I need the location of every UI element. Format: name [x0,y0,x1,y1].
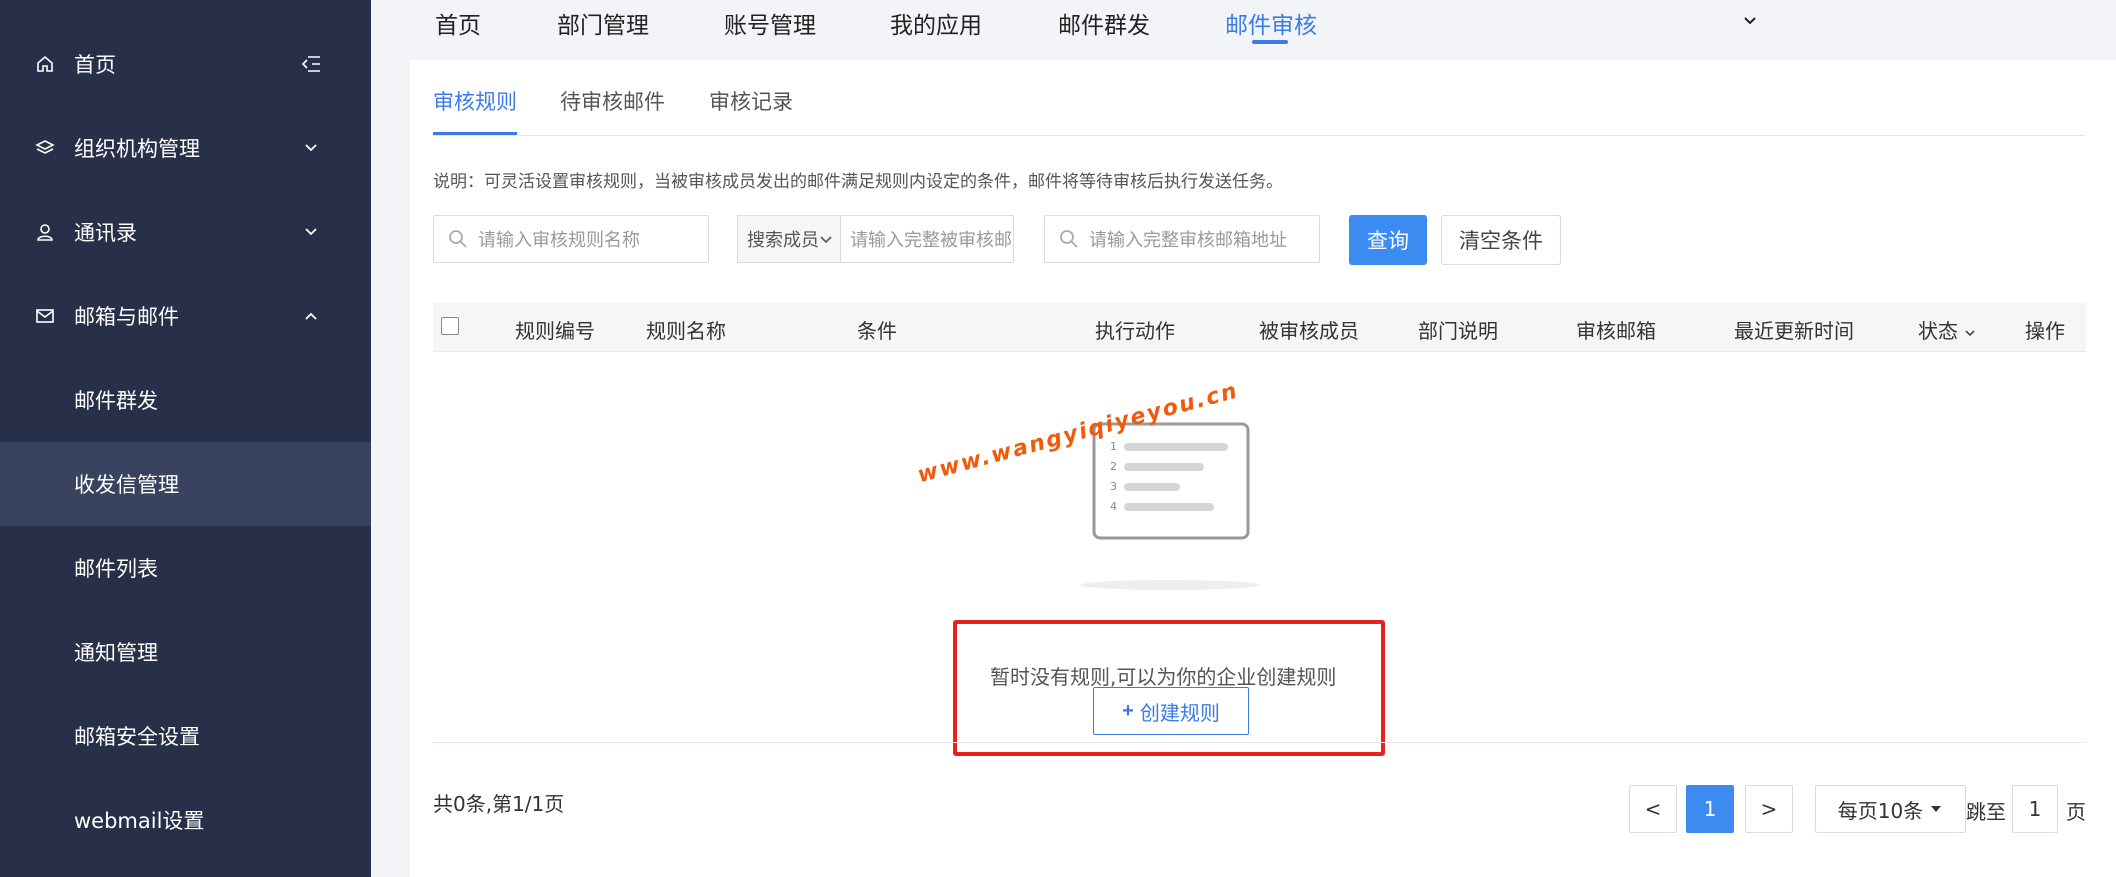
sidebar-item-label: 组织机构管理 [74,137,200,161]
sidebar-item-notice[interactable]: 通知管理 [0,610,371,694]
sidebar-item-org[interactable]: 组织机构管理 [0,106,371,190]
page-size-select[interactable]: 每页10条 [1815,785,1966,833]
sidebar-item-home[interactable]: 首页 [0,22,371,106]
sidebar-item-label: 邮箱与邮件 [74,305,179,329]
col-status-label: 状态 [1918,319,1958,343]
tab-home[interactable]: 首页 [435,6,481,40]
audit-mailbox-placeholder: 请输入完整审核邮箱地址 [1089,230,1287,251]
col-rule-name: 规则名称 [646,319,726,343]
query-button[interactable]: 查询 [1349,215,1427,265]
sidebar-item-webmail[interactable]: webmail设置 [0,778,371,862]
chevron-down-icon [1965,330,1975,337]
divider [433,742,2086,743]
col-audit-mailbox: 审核邮箱 [1576,319,1656,343]
page-size-value: 每页10条 [1837,798,1924,823]
user-icon [34,221,56,243]
subtab-audit-records[interactable]: 审核记录 [709,86,793,116]
col-status[interactable]: 状态 [1918,315,1976,344]
tab-account[interactable]: 账号管理 [724,6,816,40]
empty-list-illustration: 1 2 3 4 [1080,420,1260,595]
sidebar-item-mass-mail[interactable]: 邮件群发 [0,358,371,442]
member-select[interactable]: 搜索成员 [737,215,841,263]
sidebar-item-mailbox[interactable]: 邮箱与邮件 [0,274,371,358]
description-text: 说明：可灵活设置审核规则，当被审核成员发出的邮件满足规则内设定的条件，邮件将等待… [433,172,1283,192]
chevron-up-icon [301,306,321,326]
empty-message: 暂时没有规则,可以为你的企业创建规则 [990,665,1337,689]
sidebar-item-contacts[interactable]: 通讯录 [0,190,371,274]
next-page-button[interactable]: > [1745,785,1793,833]
clear-conditions-button[interactable]: 清空条件 [1441,215,1561,265]
sidebar-item-mail-list[interactable]: 邮件列表 [0,526,371,610]
total-count: 共0条,第1/1页 [433,792,565,816]
prev-page-button[interactable]: < [1629,785,1677,833]
sidebar-item-label: 邮件群发 [74,389,158,413]
tab-mass-mail[interactable]: 邮件群发 [1058,6,1150,40]
illus-line-number: 1 [1110,440,1117,453]
audit-mailbox-input[interactable]: 请输入完整审核邮箱地址 [1044,215,1320,263]
illus-line-number: 4 [1110,500,1117,513]
chevron-down-icon [301,222,321,242]
col-audited-member: 被审核成员 [1259,319,1359,343]
col-condition: 条件 [857,319,897,343]
jump-page-input[interactable]: 1 [2012,785,2058,833]
sidebar-item-label: 通知管理 [74,641,158,665]
search-icon [1059,229,1079,249]
subtab-pending-mail[interactable]: 待审核邮件 [560,86,665,116]
col-last-updated: 最近更新时间 [1734,319,1854,343]
col-action: 执行动作 [1095,319,1175,343]
create-rule-button[interactable]: + 创建规则 [1093,687,1249,735]
illus-line-number: 2 [1110,460,1117,473]
sidebar-item-label: 邮箱安全设置 [74,725,200,749]
home-icon [34,53,56,75]
sidebar-item-label: 收发信管理 [74,473,179,497]
sidebar-item-send-receive[interactable]: 收发信管理 [0,442,371,526]
sidebar-item-label: 邮件列表 [74,557,158,581]
chevron-down-icon [301,138,321,158]
top-nav: 首页 部门管理 账号管理 我的应用 邮件群发 邮件审核 [371,0,2116,60]
active-subtab-indicator [433,132,517,135]
member-select-value: 搜索成员 [747,230,819,251]
col-department-note: 部门说明 [1418,319,1498,343]
rule-name-input[interactable]: 请输入审核规则名称 [433,215,709,263]
sidebar-item-label: webmail设置 [74,809,205,833]
illus-line-number: 3 [1110,480,1117,493]
plus-icon: + [1122,699,1134,722]
sidebar-item-security[interactable]: 邮箱安全设置 [0,694,371,778]
search-icon [448,229,468,249]
col-rule-id: 规则编号 [515,319,595,343]
layers-icon [34,137,56,159]
sidebar-item-label: 首页 [74,53,116,77]
tab-mail-audit[interactable]: 邮件审核 [1225,6,1317,40]
tab-my-apps[interactable]: 我的应用 [890,6,982,40]
sidebar-item-label: 通讯录 [74,221,137,245]
page-suffix-label: 页 [2066,800,2086,824]
tab-department[interactable]: 部门管理 [557,6,649,40]
page-1-button[interactable]: 1 [1686,785,1734,833]
chevron-down-icon[interactable] [1740,10,1760,30]
caret-down-icon [1931,806,1942,812]
subtab-audit-rules[interactable]: 审核规则 [433,86,517,116]
sidebar: 首页 组织机构管理 通讯录 邮箱与邮件 邮件群发 收发信管理 邮件列表 通知管理… [0,0,371,877]
active-tab-indicator [1252,40,1288,44]
member-input-placeholder: 请输入完整被审核邮 [850,230,1012,251]
table-header: 规则编号 规则名称 条件 执行动作 被审核成员 部门说明 审核邮箱 最近更新时间… [433,303,2086,352]
col-operation: 操作 [2025,319,2065,343]
member-input[interactable]: 请输入完整被审核邮 [840,215,1014,263]
rule-name-placeholder: 请输入审核规则名称 [478,230,640,251]
jump-label: 跳至 [1966,800,2006,824]
mail-icon [34,305,56,327]
sub-tabs: 审核规则 待审核邮件 审核记录 [433,60,2086,136]
chevron-down-icon [818,231,834,247]
create-rule-label: 创建规则 [1139,702,1220,725]
select-all-checkbox[interactable] [441,317,459,335]
collapse-menu-icon[interactable] [301,54,321,74]
